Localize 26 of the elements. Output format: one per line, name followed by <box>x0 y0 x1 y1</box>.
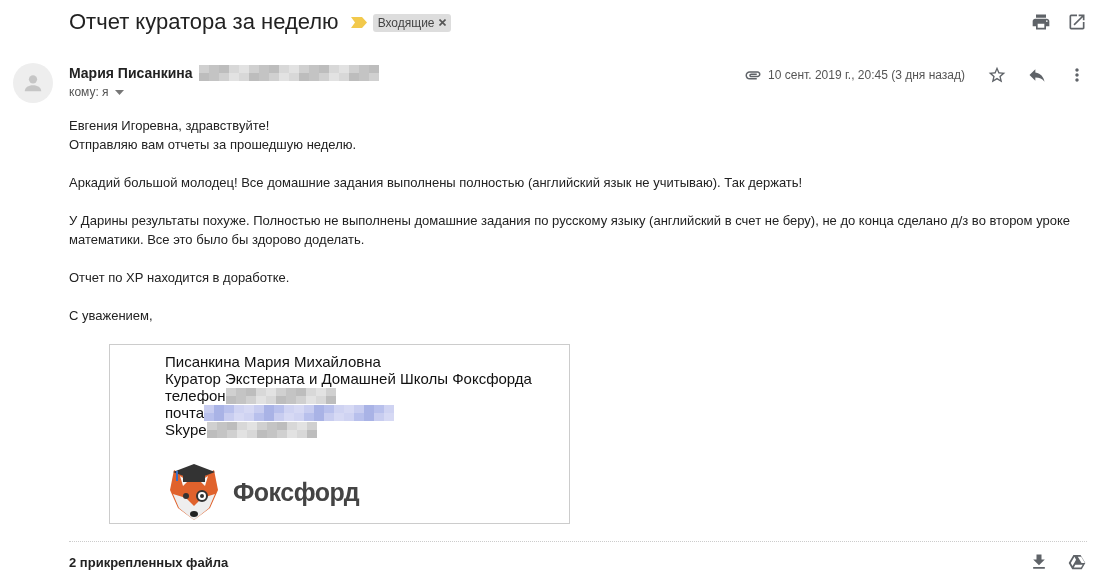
signature-text: телефон <box>165 387 226 404</box>
body-text: Отчет по ХР находится в доработке. <box>69 269 291 287</box>
body-text: Евгения Игоревна, здравствуйте! <box>69 117 271 135</box>
print-icon[interactable] <box>1031 12 1051 32</box>
star-icon[interactable] <box>987 65 1007 85</box>
sender-name: Мария Писанкина <box>69 65 193 81</box>
attachments-heading: 2 прикрепленных файла <box>69 554 230 570</box>
body-text: Аркадий большой молодец! Все домашние задания выполнены полностью (английский язык не учитываю). Так держать! <box>69 174 804 192</box>
body-text: С уважением, <box>69 307 154 325</box>
body-text: У Дарины результаты похуже. Полностью не выполнены домашние задания по русскому языку (английский в счет не беру), не до конца сделано д/з во втором уроке математики. Все это было бы здорово доделать. <box>69 212 1071 249</box>
email-date: 10 сент. 2019 г., 20:45 (3 дня назад) <box>768 68 965 82</box>
label-chip[interactable]: Входящие <box>372 13 451 32</box>
signature-text: Skype <box>165 421 207 438</box>
avatar-silhouette-icon <box>22 72 44 94</box>
logo-wordmark: Фоксфорд <box>233 477 360 507</box>
dropdown-caret-icon[interactable] <box>114 89 124 95</box>
signature-text: Куратор Экстерната и Домашней Школы Фоксфорда <box>165 370 532 387</box>
email-subject: Отчет куратора за неделю <box>69 9 339 35</box>
signature-text: почта <box>165 404 204 421</box>
importance-marker-icon[interactable] <box>350 16 367 28</box>
open-in-new-window-icon[interactable] <box>1067 12 1087 32</box>
recipient-label: кому: я <box>69 85 109 99</box>
close-icon[interactable] <box>438 19 446 26</box>
drive-icon[interactable] <box>1067 552 1087 572</box>
signature-text: Писанкина Мария Михайловна <box>165 353 381 370</box>
body-text: Отправляю вам отчеты за прошедшую неделю. <box>69 136 358 154</box>
